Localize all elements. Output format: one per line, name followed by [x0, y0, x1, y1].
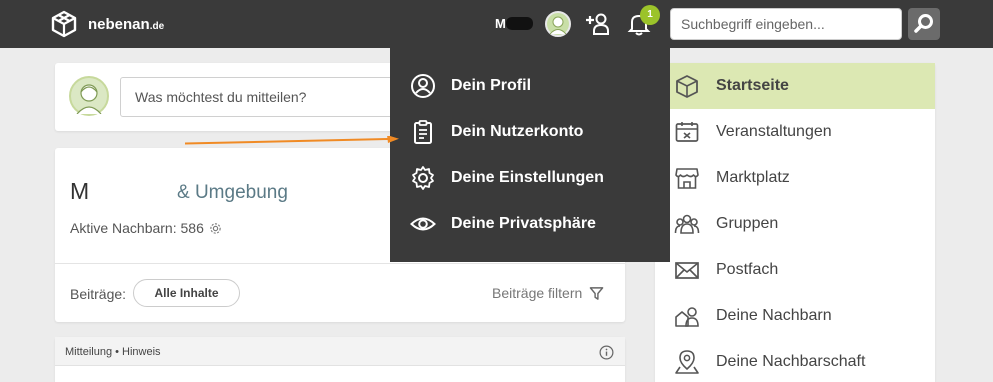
filter-funnel-icon [589, 286, 604, 300]
neighborhood-name: M [70, 178, 90, 204]
sidebar-item-label: Deine Nachbarschaft [716, 353, 866, 370]
user-dropdown-menu: Dein Profil Dein Nutzerkonto Deine Einst… [390, 48, 670, 262]
sidebar-item-label: Gruppen [716, 215, 779, 232]
sidebar-item-label: Postfach [716, 261, 779, 278]
neighborhood-name-redaction [90, 180, 175, 202]
main-sidebar: Startseite Veranstaltungen Marktplatz Gr… [655, 63, 935, 382]
user-name[interactable]: M [495, 16, 506, 31]
sidebar-item-home[interactable]: Startseite [655, 63, 935, 109]
search-input[interactable] [670, 8, 902, 40]
top-navigation-bar: nebenan.de M 1 [0, 0, 993, 48]
post-input[interactable] [120, 77, 420, 117]
sidebar-item-label: Deine Nachbarn [716, 307, 832, 324]
invite-neighbor-icon[interactable] [584, 11, 610, 37]
menu-item-label: Deine Einstellungen [451, 169, 604, 186]
clipboard-icon [414, 120, 432, 144]
house-icon [676, 75, 698, 98]
avatar-face-icon [76, 84, 102, 115]
active-neighbors: Aktive Nachbarn: 586 [70, 220, 222, 236]
calendar-icon [675, 122, 699, 142]
store-icon [675, 168, 699, 189]
annotation-arrow [185, 136, 399, 145]
notice-header: Mitteilung • Hinweis [55, 337, 625, 366]
menu-item-profile[interactable]: Dein Profil [390, 66, 670, 106]
menu-item-label: Dein Nutzerkonto [451, 123, 584, 140]
sidebar-item-groups[interactable]: Gruppen [655, 201, 935, 247]
mail-icon [675, 262, 699, 279]
brand-name: nebenan.de [88, 15, 165, 33]
search-icon [914, 14, 933, 33]
sidebar-item-events[interactable]: Veranstaltungen [655, 109, 935, 155]
menu-item-account[interactable]: Dein Nutzerkonto [390, 112, 670, 152]
group-icon [674, 214, 700, 234]
menu-item-label: Dein Profil [451, 77, 532, 94]
menu-item-settings[interactable]: Deine Einstellungen [390, 158, 670, 198]
sidebar-item-inbox[interactable]: Postfach [655, 247, 935, 293]
avatar[interactable] [69, 76, 109, 116]
sidebar-item-neighbors[interactable]: Deine Nachbarn [655, 293, 935, 339]
neighborhood-name-suffix: & Umgebung [177, 182, 288, 203]
divider [55, 263, 625, 264]
logo-cube-icon [51, 10, 77, 38]
search-button[interactable] [908, 8, 940, 40]
user-avatar[interactable] [545, 11, 571, 37]
gear-icon[interactable] [209, 222, 222, 235]
eye-icon [410, 217, 436, 231]
notice-card: Mitteilung • Hinweis [55, 337, 625, 382]
notice-label: Mitteilung • Hinweis [65, 346, 161, 358]
menu-item-label: Deine Privatsphäre [451, 215, 596, 232]
profile-icon [411, 74, 435, 98]
info-icon[interactable] [599, 345, 614, 360]
notification-count-badge: 1 [640, 5, 660, 25]
map-pin-icon [675, 350, 699, 374]
neighbors-icon [675, 307, 699, 327]
avatar-face-icon [549, 16, 567, 35]
sidebar-item-label: Veranstaltungen [716, 123, 832, 140]
all-content-filter-chip[interactable]: Alle Inhalte [133, 279, 240, 307]
brand-logo[interactable]: nebenan.de [50, 10, 164, 38]
sidebar-item-label: Startseite [716, 77, 789, 94]
gear-icon [412, 166, 434, 190]
filter-posts-label: Beiträge filtern [492, 285, 583, 301]
posts-label: Beiträge: [70, 286, 127, 302]
sidebar-item-marketplace[interactable]: Marktplatz [655, 155, 935, 201]
sidebar-item-neighborhood[interactable]: Deine Nachbarschaft [655, 339, 935, 382]
menu-item-privacy[interactable]: Deine Privatsphäre [390, 204, 670, 244]
active-neighbors-label: Aktive Nachbarn: 586 [70, 220, 204, 236]
sidebar-item-label: Marktplatz [716, 169, 790, 186]
filter-posts-link[interactable]: Beiträge filtern [492, 285, 604, 301]
user-name-redaction [506, 17, 533, 30]
